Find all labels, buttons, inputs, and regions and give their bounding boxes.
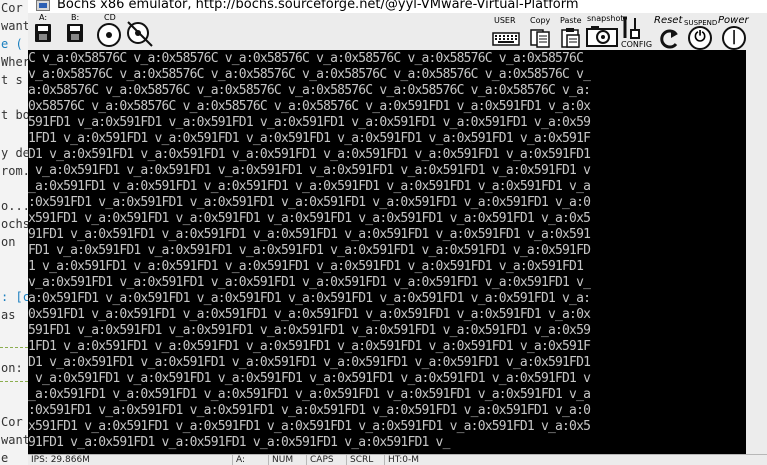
emulator-screen[interactable]: C v_a:0x58576C v_a:0x58576C v_a:0x58576C… (28, 50, 746, 454)
reset-label: Reset (654, 15, 683, 26)
screen-line: x591FD1 v_a:0x591FD1 v_a:0x591FD1 v_a:0x… (28, 419, 591, 434)
screen-line: 91FD1 v_a:0x591FD1 v_a:0x591FD1 v_a:0x59… (28, 435, 450, 450)
bg-line: on: (1, 361, 23, 375)
power-button[interactable]: Power | (718, 13, 750, 50)
screen-line: v_a:0x591FD1 v_a:0x591FD1 v_a:0x591FD1 v… (28, 275, 591, 290)
screen-line: 1FD1 v_a:0x591FD1 v_a:0x591FD1 v_a:0x591… (28, 339, 591, 354)
num-lock-indicator: NUM (268, 455, 306, 465)
cdrom-label: CD (104, 13, 116, 22)
screen-line: a:0x591FD1 v_a:0x591FD1 v_a:0x591FD1 v_a… (28, 291, 591, 306)
background-editor: Cor want e ( Wher t s t bo y de rom. o..… (0, 0, 28, 465)
copy-label: Copy (530, 16, 551, 25)
reset-icon (660, 29, 678, 49)
ht-status: HT:0-M (384, 455, 444, 465)
reset-button[interactable]: Reset (654, 13, 684, 50)
bochs-window: Bochs x86 emulator, http://bochs.sourcef… (28, 0, 767, 465)
ips-status: IPS: 29.866M (31, 455, 90, 465)
bg-line: t s (1, 73, 23, 87)
config-button[interactable]: CONFIG (620, 13, 652, 50)
screen-line: v_a:0x58576C v_a:0x58576C v_a:0x58576C v… (28, 67, 591, 82)
bg-line: e (1, 451, 9, 465)
title-bar[interactable]: Bochs x86 emulator, http://bochs.sourcef… (28, 0, 767, 13)
keyboard-icon (492, 32, 520, 46)
drive-status: A: (232, 455, 268, 465)
screen-line: :0x591FD1 v_a:0x591FD1 v_a:0x591FD1 v_a:… (28, 195, 591, 210)
paste-label: Paste (560, 16, 582, 25)
scroll-lock-indicator: SCRL (346, 455, 384, 465)
status-bar: IPS: 29.866M A: NUM CAPS SCRL HT:0-M (28, 454, 767, 465)
floppy-icon (67, 24, 83, 42)
bg-line: t bo (1, 108, 28, 122)
screen-line: D1 v_a:0x591FD1 v_a:0x591FD1 v_a:0x591FD… (28, 355, 591, 370)
caps-lock-indicator: CAPS (306, 455, 346, 465)
user-button[interactable]: USER (492, 13, 522, 50)
config-icon (623, 16, 640, 39)
power-label: Power (718, 15, 749, 26)
side-panel (746, 50, 767, 454)
floppy-b-label: B: (71, 13, 80, 22)
screen-line: _a:0x591FD1 v_a:0x591FD1 v_a:0x591FD1 v_… (28, 387, 591, 402)
copy-icon (530, 29, 550, 48)
bg-line: e ( (1, 37, 23, 51)
divider (0, 381, 28, 382)
bg-line: rom. (1, 164, 28, 178)
bg-line: want (1, 19, 28, 33)
bg-line: Cor (1, 415, 23, 429)
cdrom-button[interactable]: CD (94, 13, 124, 50)
camera-icon (586, 26, 618, 47)
cdrom-icon (97, 23, 121, 47)
suspend-button[interactable]: SUSPEND ⏻ (684, 13, 717, 50)
bg-line: on (1, 235, 16, 249)
screen-line: x591FD1 v_a:0x591FD1 v_a:0x591FD1 v_a:0x… (28, 211, 591, 226)
screen-line: C v_a:0x58576C v_a:0x58576C v_a:0x58576C… (28, 51, 584, 66)
snapshot-button[interactable]: snapshot (586, 13, 624, 50)
paste-button[interactable]: Paste (558, 13, 584, 50)
power-icon: | (722, 26, 746, 50)
bochs-app-icon (36, 0, 50, 11)
divider (0, 347, 28, 348)
bg-line: as (1, 308, 16, 322)
screen-line: 1 v_a:0x591FD1 v_a:0x591FD1 v_a:0x591FD1… (28, 259, 591, 274)
snapshot-label: snapshot (587, 14, 624, 23)
floppy-a-label: A: (39, 13, 48, 22)
copy-button[interactable]: Copy (528, 13, 554, 50)
bg-line: o... (1, 199, 28, 213)
suspend-icon: ⏻ (688, 26, 712, 50)
bg-line: y de (1, 146, 28, 160)
bg-line: ochs (1, 217, 28, 231)
user-label: USER (494, 16, 516, 25)
floppy-a-button[interactable]: A: (32, 13, 54, 50)
screen-line: a:0x58576C v_a:0x58576C v_a:0x58576C v_a… (28, 83, 591, 98)
screen-line: 91FD1 v_a:0x591FD1 v_a:0x591FD1 v_a:0x59… (28, 227, 591, 242)
screen-line: 591FD1 v_a:0x591FD1 v_a:0x591FD1 v_a:0x5… (28, 323, 591, 338)
screen-line: v_a:0x591FD1 v_a:0x591FD1 v_a:0x591FD1 v… (28, 163, 591, 178)
bg-line: Wher (1, 55, 28, 69)
bg-line: : [c (1, 290, 28, 304)
paste-icon (561, 28, 580, 48)
screen-line: _a:0x591FD1 v_a:0x591FD1 v_a:0x591FD1 v_… (28, 179, 591, 194)
boot-button[interactable] (126, 13, 154, 50)
bg-line: Cor (1, 1, 23, 15)
screen-line: 0x591FD1 v_a:0x591FD1 v_a:0x591FD1 v_a:0… (28, 307, 591, 322)
floppy-icon (35, 24, 51, 42)
boot-icon (127, 21, 153, 47)
floppy-b-button[interactable]: B: (64, 13, 86, 50)
screen-line: 591FD1 v_a:0x591FD1 v_a:0x591FD1 v_a:0x5… (28, 115, 591, 130)
screen-line: FD1 v_a:0x591FD1 v_a:0x591FD1 v_a:0x591F… (28, 243, 591, 258)
screen-line: D1 v_a:0x591FD1 v_a:0x591FD1 v_a:0x591FD… (28, 147, 591, 162)
screen-line: 1FD1 v_a:0x591FD1 v_a:0x591FD1 v_a:0x591… (28, 131, 591, 146)
screen-line: v_a:0x591FD1 v_a:0x591FD1 v_a:0x591FD1 v… (28, 371, 591, 386)
bg-line: want (1, 433, 28, 447)
screen-line: 0x58576C v_a:0x58576C v_a:0x58576C v_a:0… (28, 99, 591, 114)
toolbar: A: B: CD USER Copy Paste snapshot CONFIG… (28, 13, 767, 50)
screen-line: :0x591FD1 v_a:0x591FD1 v_a:0x591FD1 v_a:… (28, 403, 591, 418)
config-label: CONFIG (621, 40, 653, 49)
window-title: Bochs x86 emulator, http://bochs.sourcef… (57, 0, 579, 12)
